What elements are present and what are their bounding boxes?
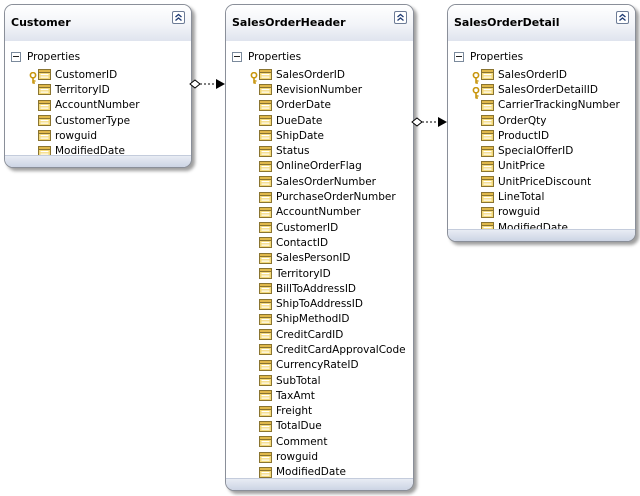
diamond-icon (189, 79, 201, 89)
arrowhead-icon (216, 79, 225, 89)
association-salesorderheader-salesorderdetail[interactable] (411, 117, 447, 127)
diamond-icon (411, 117, 423, 127)
association-customer-salesorderheader[interactable] (189, 79, 225, 89)
association-connectors (189, 79, 447, 127)
arrowhead-icon (438, 117, 447, 127)
